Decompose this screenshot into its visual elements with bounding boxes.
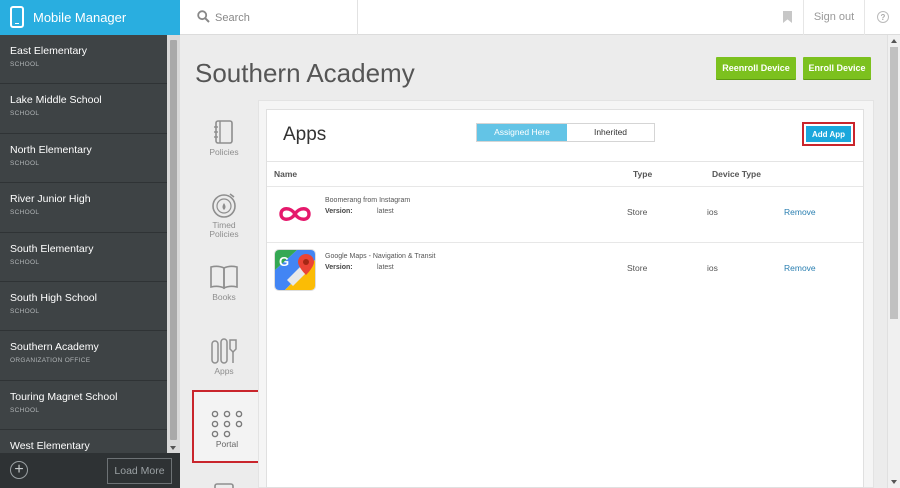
add-circle-icon[interactable]: + (10, 461, 28, 479)
scroll-up-arrow-icon[interactable] (891, 39, 897, 43)
sidebar-footer: + Load More (0, 453, 180, 488)
school-item-south-elementary[interactable]: South Elementary SCHOOL (0, 233, 167, 282)
add-app-button[interactable]: Add App (806, 126, 851, 142)
sidebar-scrollbar[interactable] (167, 35, 180, 453)
version-value: latest (377, 208, 394, 215)
school-name: South Elementary (10, 242, 94, 255)
school-type: SCHOOL (10, 159, 40, 167)
scroll-down-arrow-icon[interactable] (891, 480, 897, 484)
nav-books-label: Books (212, 292, 236, 302)
google-maps-logo-icon: G (274, 249, 316, 291)
remove-app-link[interactable]: Remove (784, 263, 816, 273)
sidebar-scroll-thumb[interactable] (170, 40, 177, 440)
school-type: SCHOOL (10, 110, 40, 118)
phone-icon (10, 6, 24, 28)
version-value: latest (377, 264, 394, 271)
remove-app-link[interactable]: Remove (784, 207, 816, 217)
search-input[interactable] (215, 9, 345, 26)
school-type: SCHOOL (10, 61, 40, 68)
bookmark-button[interactable] (773, 0, 803, 35)
column-header-name[interactable]: Name (274, 169, 297, 179)
app-name: Google Maps - Navigation & Transit (325, 253, 436, 260)
portal-grid-icon (211, 410, 243, 438)
sign-out-link[interactable]: Sign out (803, 0, 865, 35)
nav-timed-policies[interactable]: Timed Policies (193, 188, 255, 239)
svg-text:G: G (279, 254, 289, 269)
school-sidebar: East Elementary SCHOOL Lake Middle Schoo… (0, 35, 180, 488)
school-type: SCHOOL (10, 307, 40, 315)
school-name: North Elementary (10, 143, 92, 156)
school-name: East Elementary (10, 45, 88, 57)
nav-policies-label: Policies (209, 147, 239, 157)
school-name: Touring Magnet School (10, 390, 118, 403)
school-item-lake-middle-school[interactable]: Lake Middle School SCHOOL (0, 84, 167, 134)
main-scroll-thumb[interactable] (890, 47, 898, 319)
enroll-device-button[interactable]: Enroll Device (803, 57, 871, 79)
device-type: ios (707, 207, 718, 217)
app-type: Store (627, 263, 648, 273)
nav-next-icon (214, 483, 234, 488)
book-icon (210, 265, 238, 290)
school-item-touring-magnet-school[interactable]: Touring Magnet School SCHOOL (0, 381, 167, 431)
version-label: Version: (325, 264, 353, 271)
school-item-east-elementary[interactable]: East Elementary SCHOOL (0, 35, 167, 85)
version-label: Version: (325, 208, 353, 215)
nav-policies[interactable]: Policies (193, 115, 255, 161)
school-type: SCHOOL (10, 406, 40, 414)
column-header-device-type[interactable]: Device Type (712, 169, 761, 179)
school-type: ORGANIZATION OFFICE (10, 357, 91, 365)
main-scrollbar[interactable] (887, 35, 900, 488)
nav-portal-label: Portal (215, 439, 239, 449)
app-type: Store (627, 207, 648, 217)
add-app-highlight: Add App (802, 122, 855, 146)
school-item-north-elementary[interactable]: North Elementary SCHOOL (0, 134, 167, 184)
assignment-toggle: Assigned Here Inherited (476, 123, 655, 142)
nav-next-item[interactable] (193, 478, 255, 488)
school-name: South High School (10, 291, 97, 304)
school-type: SCHOOL (10, 209, 40, 217)
school-item-river-junior-high[interactable]: River Junior High SCHOOL (0, 183, 167, 233)
nav-timed-policies-label: Timed Policies (209, 220, 239, 239)
column-header-type[interactable]: Type (633, 169, 652, 179)
policies-icon (214, 120, 233, 144)
school-name: River Junior High (10, 193, 91, 206)
apps-tools-icon (211, 338, 237, 364)
search-box (180, 0, 358, 35)
timer-icon (212, 193, 236, 218)
school-name: Southern Academy (10, 341, 99, 354)
nav-portal[interactable]: Portal (192, 390, 262, 463)
nav-apps[interactable]: Apps (193, 335, 255, 379)
school-name: Lake Middle School (10, 94, 102, 107)
school-type: SCHOOL (10, 258, 40, 266)
row-divider (267, 186, 863, 187)
page-title: Southern Academy (195, 58, 415, 88)
load-more-button[interactable]: Load More (107, 458, 172, 484)
school-item-southern-academy[interactable]: Southern Academy ORGANIZATION OFFICE (0, 331, 167, 381)
bookmark-icon (783, 11, 792, 23)
nav-apps-label: Apps (214, 366, 234, 376)
app-name: Boomerang from Instagram (325, 197, 411, 204)
tab-assigned-here[interactable]: Assigned Here (477, 124, 567, 141)
school-item-south-high-school[interactable]: South High School SCHOOL (0, 282, 167, 332)
school-name: West Elementary (10, 440, 90, 453)
top-bar: Mobile Manager Sign out ? (0, 0, 900, 35)
device-type: ios (707, 263, 718, 273)
boomerang-logo-icon (279, 207, 311, 221)
tab-inherited[interactable]: Inherited (567, 124, 654, 141)
school-list: East Elementary SCHOOL Lake Middle Schoo… (0, 35, 167, 480)
nav-books[interactable]: Books (193, 262, 255, 306)
app-title: Mobile Manager (33, 10, 127, 25)
help-icon[interactable]: ? (877, 11, 889, 23)
row-divider (267, 242, 863, 243)
reenroll-device-button[interactable]: Reenroll Device (716, 57, 796, 79)
search-icon (197, 10, 210, 23)
scroll-down-arrow-icon[interactable] (170, 446, 176, 450)
brand-header[interactable]: Mobile Manager (0, 0, 180, 35)
apps-panel (266, 109, 864, 488)
header-divider (267, 161, 863, 162)
apps-heading: Apps (283, 124, 327, 145)
